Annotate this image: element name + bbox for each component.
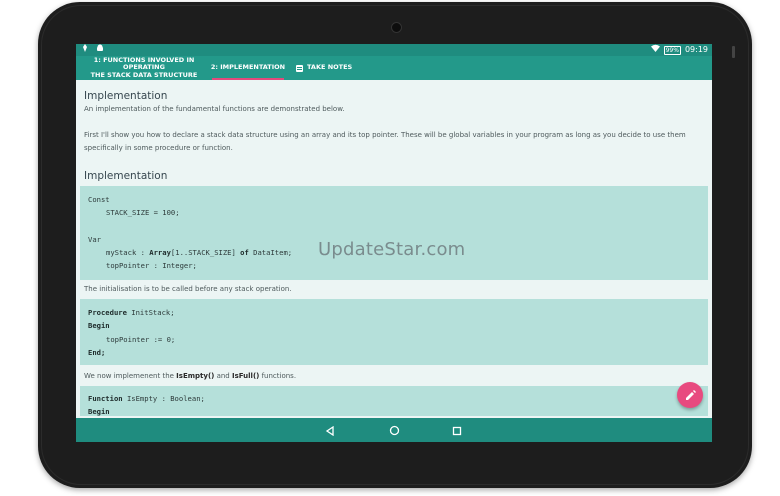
- tab-implementation-label: 2: IMPLEMENTATION: [210, 63, 286, 72]
- code-line: topPointer := 0;: [106, 335, 176, 344]
- code-block-isempty: Function IsEmpty : Boolean; Begin: [80, 386, 708, 416]
- tab-functions-label-line1: 1: FUNCTIONS INVOLVED IN OPERATING: [93, 55, 195, 72]
- section-heading: Implementation: [84, 90, 168, 102]
- tab-implementation[interactable]: 2: IMPLEMENTATION: [208, 56, 288, 80]
- android-icon: [96, 44, 104, 56]
- home-icon: [389, 421, 400, 440]
- back-icon: [325, 421, 335, 440]
- watermark: UpdateStar.com: [318, 239, 466, 260]
- battery-icon: 99%: [663, 45, 681, 55]
- tab-functions-label-line2: THE STACK DATA STRUCTURE: [90, 70, 198, 79]
- code-line: Procedure InitStack;: [88, 308, 175, 317]
- tab-bar: 1: FUNCTIONS INVOLVED IN OPERATING THE S…: [76, 56, 712, 80]
- edit-note-button[interactable]: [677, 382, 703, 408]
- pencil-icon: [685, 386, 696, 405]
- initialisation-text: The initialisation is to be called befor…: [84, 285, 292, 293]
- code-line: STACK_SIZE = 100;: [106, 208, 180, 217]
- code-block-declarations: Const STACK_SIZE = 100; Var myStack : Ar…: [80, 186, 708, 280]
- back-button[interactable]: [318, 418, 342, 442]
- navigation-bar: [76, 418, 712, 442]
- notification-icon: [82, 44, 88, 56]
- recents-button[interactable]: [445, 418, 469, 442]
- code-line: End;: [88, 348, 106, 357]
- intro-text: An implementation of the fundamental fun…: [84, 105, 345, 113]
- code-line: Function IsEmpty : Boolean;: [88, 394, 205, 403]
- code-heading: Implementation: [84, 170, 168, 182]
- tab-functions[interactable]: 1: FUNCTIONS INVOLVED IN OPERATING THE S…: [82, 56, 206, 80]
- code-line: topPointer : Integer;: [106, 261, 197, 270]
- code-block-initstack: Procedure InitStack; Begin topPointer :=…: [80, 299, 708, 365]
- code-line: Begin: [88, 407, 110, 416]
- code-line: Begin: [88, 321, 110, 330]
- side-button: [732, 46, 735, 58]
- declaration-text-line2: specifically in some procedure or functi…: [84, 144, 233, 152]
- declaration-text-line1: First I'll show you how to declare a sta…: [84, 131, 686, 139]
- recents-icon: [452, 421, 462, 440]
- functions-text: We now implemenent the IsEmpty() and IsF…: [84, 372, 297, 380]
- code-line: Var: [88, 235, 101, 244]
- wifi-icon: [650, 44, 660, 56]
- tab-take-notes[interactable]: TAKE NOTES: [296, 56, 360, 80]
- notes-icon: [296, 64, 303, 72]
- front-camera: [391, 22, 402, 33]
- code-line: Const: [88, 195, 110, 204]
- clock: 09:19: [684, 45, 708, 54]
- home-button[interactable]: [382, 418, 406, 442]
- tab-take-notes-label: TAKE NOTES: [307, 63, 353, 72]
- code-line: myStack : Array[1..STACK_SIZE] of DataIt…: [106, 248, 293, 257]
- status-bar: 99% 09:19: [76, 44, 712, 56]
